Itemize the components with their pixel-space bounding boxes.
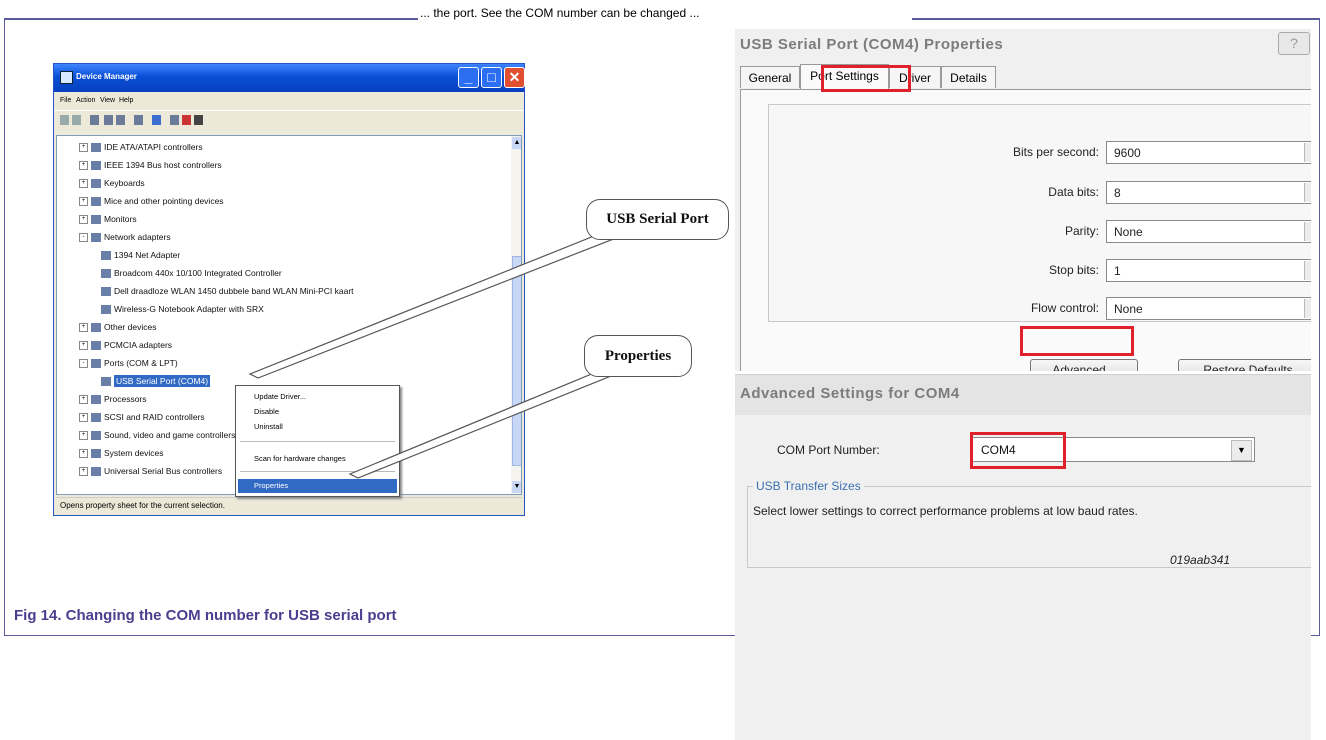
chevron-down-icon[interactable]: ▼ — [1304, 222, 1311, 241]
dialog-title: USB Serial Port (COM4) Properties — [740, 36, 1004, 53]
chevron-down-icon[interactable]: ▼ — [1304, 261, 1311, 280]
transfer-sizes-legend: USB Transfer Sizes — [753, 479, 864, 493]
advanced-header: Advanced Settings for COM4 — [735, 374, 1311, 415]
help-button[interactable]: ? — [1278, 32, 1310, 55]
parity-value: None — [1114, 225, 1143, 239]
data-bits-select[interactable]: 8▼ — [1106, 181, 1311, 204]
parity-select[interactable]: None ▼ — [1106, 220, 1311, 243]
port-settings-highlight — [821, 65, 911, 92]
data-bits-label: Data bits: — [1048, 185, 1099, 199]
stop-bits-select[interactable]: 1▼ — [1106, 259, 1311, 282]
flow-control-label: Flow control: — [1030, 301, 1099, 315]
usb-serial-port-callout: USB Serial Port — [586, 199, 729, 240]
figure-id: 019aab341 — [1170, 553, 1231, 567]
parity-label: Parity: — [1064, 224, 1099, 238]
chevron-down-icon[interactable]: ▼ — [1304, 183, 1311, 202]
flow-control-select[interactable]: None ▼ — [1106, 297, 1311, 320]
bits-per-second-label: Bits per second: — [1012, 145, 1099, 159]
stop-bits-label: Stop bits: — [1048, 263, 1099, 277]
tab-details[interactable]: Details — [941, 66, 996, 88]
data-bits-value: 8 — [1114, 186, 1121, 200]
chevron-down-icon[interactable]: ▼ — [1231, 440, 1252, 461]
bits-per-second-value: 9600 — [1114, 146, 1141, 160]
com-port-label: COM Port Number: — [777, 443, 880, 457]
tab-general[interactable]: General — [740, 66, 800, 88]
bits-per-second-select[interactable]: 9600 ▼ — [1106, 141, 1311, 164]
chevron-down-icon[interactable]: ▼ — [1304, 143, 1311, 162]
usb-callout-pointer — [248, 231, 618, 379]
properties-callout: Properties — [584, 335, 692, 377]
transfer-sizes-text: Select lower settings to correct perform… — [753, 504, 1138, 518]
port-properties-dialog: USB Serial Port (COM4) Properties ? Gene… — [735, 29, 1311, 371]
properties-callout-pointer — [348, 367, 618, 479]
flow-control-value: None — [1114, 302, 1143, 316]
chevron-down-icon[interactable]: ▼ — [1304, 299, 1311, 318]
settings-group: Bits per second: 9600▼ Data bits: 8▼ Par… — [768, 104, 1311, 322]
com-port-highlight — [970, 432, 1066, 469]
advanced-highlight — [1020, 326, 1134, 356]
stop-bits-value: 1 — [1114, 264, 1121, 278]
figure-caption: Fig 14. Changing the COM number for USB … — [14, 607, 397, 624]
advanced-button[interactable]: Advanced... — [1030, 359, 1138, 371]
advanced-title: Advanced Settings for COM4 — [740, 385, 960, 402]
restore-defaults-button[interactable]: Restore Defaults — [1178, 359, 1311, 371]
